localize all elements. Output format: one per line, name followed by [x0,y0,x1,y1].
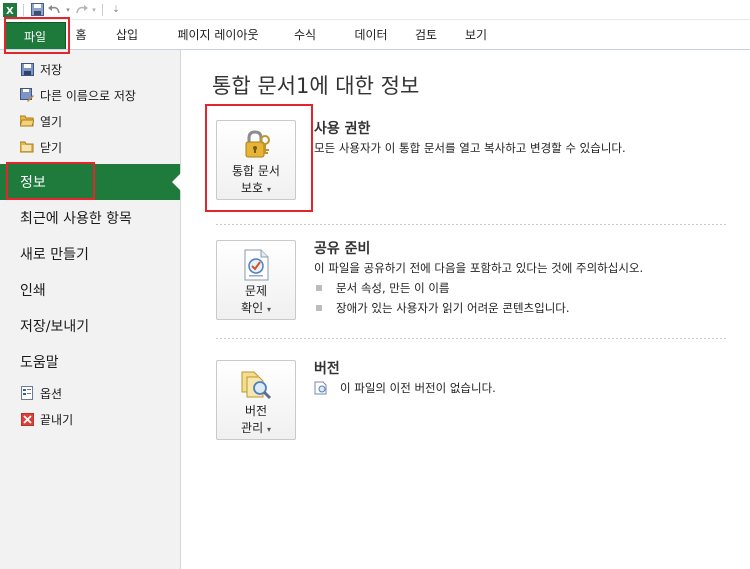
exit-icon [20,412,34,426]
highlight-info-nav [6,162,95,200]
check-issues-label: 문제 확인 ▾ [241,284,271,315]
nav-print[interactable]: 인쇄 [0,272,180,308]
nav-exit[interactable]: 끝내기 [0,406,180,432]
open-folder-icon [20,114,34,128]
backstage-nav: 저장 다른 이름으로 저장 열기 닫기 정보 최근에 사용한 항목 새로 만들기… [0,50,181,569]
svg-text:X: X [6,6,14,17]
versions-desc: 이 파일의 이전 버전이 없습니다. [314,380,496,396]
quick-access-toolbar: X ▾ ▾ ⇣ [0,0,750,20]
versions-icon [240,369,272,401]
nav-save[interactable]: 저장 [0,56,180,82]
page-title: 통합 문서1에 대한 정보 [212,74,420,98]
save-icon [20,62,34,76]
versions-title: 버전 [314,361,340,377]
tab-home[interactable]: 홈 [68,19,94,49]
permissions-desc: 모든 사용자가 이 통합 문서를 열고 복사하고 변경할 수 있습니다. [314,141,626,155]
chevron-down-icon: ▾ [266,305,271,314]
check-issues-button[interactable]: 문제 확인 ▾ [216,240,296,320]
nav-exit-label: 끝내기 [40,412,74,427]
nav-close[interactable]: 닫기 [0,134,180,160]
permissions-title: 사용 권한 [314,121,371,137]
prepare-desc: 이 파일을 공유하기 전에 다음을 포함하고 있다는 것에 주의하십시오. [314,261,644,275]
bullet-square-icon [316,305,322,311]
redo-dropdown-icon[interactable]: ▾ [91,2,97,18]
nav-recent[interactable]: 최근에 사용한 항목 [0,200,180,236]
bullet-square-icon [316,285,322,291]
highlight-protect-button [205,104,313,212]
tab-page-layout[interactable]: 페이지 레이아웃 [162,19,274,49]
manage-versions-button[interactable]: 버전 관리 ▾ [216,360,296,440]
nav-open-label: 열기 [40,114,63,129]
customize-icon[interactable]: ⇣ [108,2,124,18]
toolbar-separator [23,3,24,16]
document-check-icon [240,249,272,281]
tab-insert[interactable]: 삽입 [98,19,156,49]
toolbar-separator [102,3,103,16]
ribbon-tabs: 파일 홈 삽입 페이지 레이아웃 수식 데이터 검토 보기 [0,20,750,50]
manage-versions-label: 버전 관리 ▾ [241,404,271,435]
nav-save-send[interactable]: 저장/보내기 [0,308,180,344]
tab-data[interactable]: 데이터 [348,19,394,49]
prepare-bullet: 문서 속성, 만든 이 이름 [314,280,450,296]
close-folder-icon [20,140,34,154]
undo-dropdown-icon[interactable]: ▾ [65,2,71,18]
tab-review[interactable]: 검토 [406,19,446,49]
section-divider [216,224,728,225]
nav-save-label: 저장 [40,62,63,77]
nav-open[interactable]: 열기 [0,108,180,134]
excel-icon: X [2,2,18,18]
undo-icon[interactable] [47,2,63,18]
save-as-icon [20,88,34,102]
tab-formulas[interactable]: 수식 [276,19,334,49]
nav-help[interactable]: 도움말 [0,344,180,380]
save-icon[interactable] [29,2,45,18]
redo-icon[interactable] [73,2,89,18]
tab-view[interactable]: 보기 [456,19,496,49]
chevron-down-icon: ▾ [266,425,271,434]
nav-save-as[interactable]: 다른 이름으로 저장 [0,82,180,108]
nav-close-label: 닫기 [40,140,63,155]
nav-new[interactable]: 새로 만들기 [0,236,180,272]
nav-options-label: 옵션 [40,386,63,401]
options-icon [20,386,34,400]
version-document-icon [314,381,328,395]
prepare-bullet: 장애가 있는 사용자가 읽기 어려운 콘텐츠입니다. [314,300,570,316]
prepare-title: 공유 준비 [314,241,371,257]
section-divider [216,338,728,339]
nav-options[interactable]: 옵션 [0,380,180,406]
highlight-file-tab [4,17,70,54]
nav-save-as-label: 다른 이름으로 저장 [40,88,136,103]
